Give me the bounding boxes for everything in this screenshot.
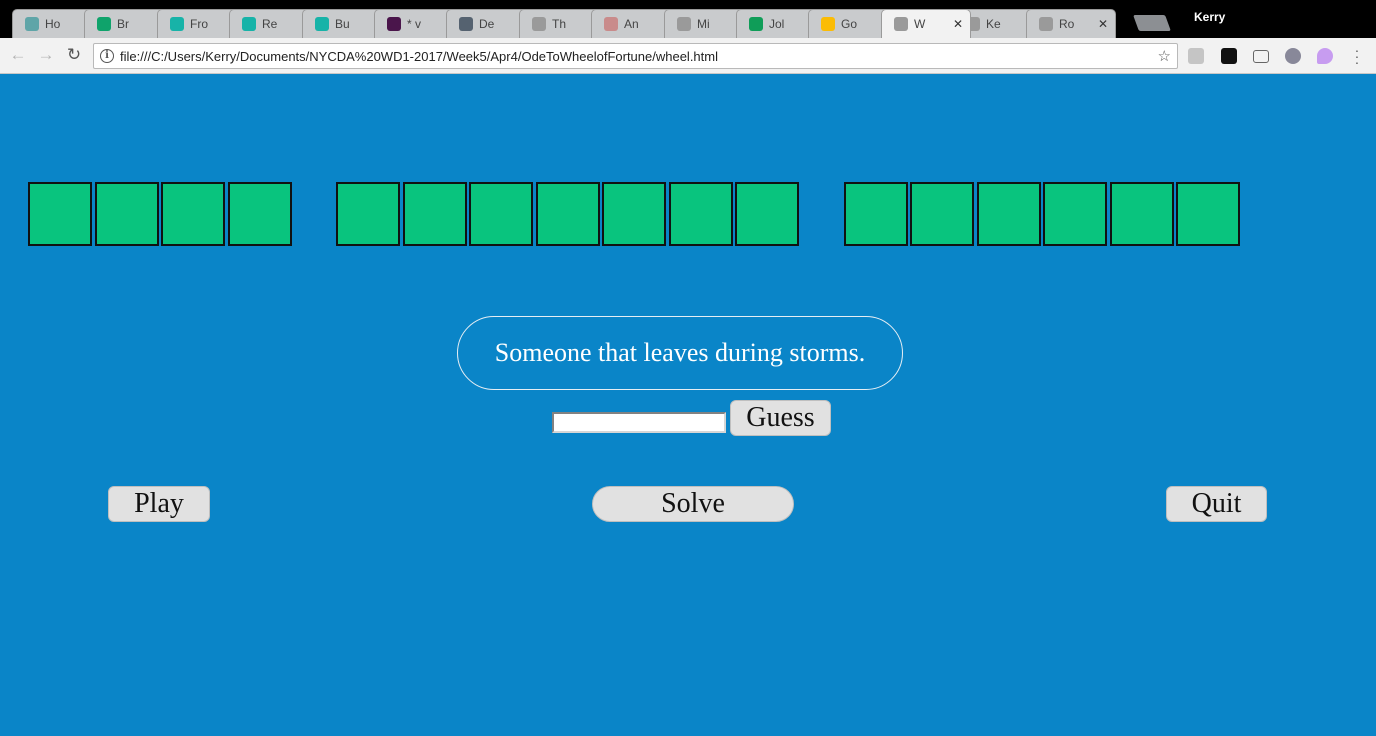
letter-tile xyxy=(1110,182,1174,246)
drive-icon xyxy=(821,17,835,31)
close-icon[interactable]: ✕ xyxy=(952,17,964,31)
guess-input[interactable] xyxy=(552,412,726,433)
tab-title: Bu xyxy=(335,17,350,31)
tab-title: Ho xyxy=(45,17,61,31)
slack-icon xyxy=(387,17,401,31)
extension-e-icon[interactable] xyxy=(1221,48,1237,64)
tab-title: Th xyxy=(552,17,567,31)
url-text: file:///C:/Users/Kerry/Documents/NYCDA%2… xyxy=(120,48,718,64)
letter-tile xyxy=(602,182,666,246)
c-icon xyxy=(170,17,184,31)
cast-icon[interactable] xyxy=(1253,50,1269,63)
letter-tile xyxy=(403,182,467,246)
browser-tab[interactable]: Ro ✕ xyxy=(1026,9,1116,38)
address-bar[interactable]: i file:///C:/Users/Kerry/Documents/NYCDA… xyxy=(93,43,1178,69)
o-icon xyxy=(459,17,473,31)
letter-tile xyxy=(336,182,400,246)
quit-button[interactable]: Quit xyxy=(1166,486,1267,522)
tab-title: Re xyxy=(262,17,278,31)
forward-icon[interactable]: → xyxy=(36,45,56,65)
letter-tile xyxy=(977,182,1041,246)
back-icon[interactable]: ← xyxy=(8,45,28,65)
browser-tab[interactable]: W ✕ xyxy=(881,9,971,38)
info-icon[interactable]: i xyxy=(100,49,114,63)
solve-button[interactable]: Solve xyxy=(592,486,794,522)
letter-tile xyxy=(536,182,600,246)
ladder-icon xyxy=(25,17,39,31)
browser-toolbar: ← → ↻ i file:///C:/Users/Kerry/Documents… xyxy=(0,38,1376,74)
profile-name[interactable]: Kerry xyxy=(1194,10,1225,24)
letter-tile xyxy=(1176,182,1240,246)
tab-title: De xyxy=(479,17,495,31)
letter-tile xyxy=(1043,182,1107,246)
page-icon xyxy=(532,17,546,31)
tab-title: Br xyxy=(117,17,129,31)
page-icon xyxy=(894,17,908,31)
tab-strip: Ho✕Br✕Fro✕Re✕Bu✕* v✕De✕Th✕An✕Mi✕Jol✕Go✕W… xyxy=(0,0,1376,38)
letter-tile xyxy=(161,182,225,246)
tab-title: Ke xyxy=(986,17,1001,31)
menu-icon[interactable]: · · · xyxy=(1353,43,1361,69)
letter-tile xyxy=(669,182,733,246)
guess-button[interactable]: Guess xyxy=(730,400,831,436)
page-icon xyxy=(677,17,691,31)
letter-tile xyxy=(910,182,974,246)
extension-eye-icon[interactable] xyxy=(1285,48,1301,64)
c-icon xyxy=(315,17,329,31)
letter-tile xyxy=(228,182,292,246)
page-icon xyxy=(1039,17,1053,31)
tab-title: Fro xyxy=(190,17,208,31)
letter-tile xyxy=(469,182,533,246)
reload-icon[interactable]: ↻ xyxy=(64,45,84,65)
c-icon xyxy=(242,17,256,31)
extension-purple-icon[interactable] xyxy=(1317,48,1333,64)
tab-title: Ro xyxy=(1059,17,1075,31)
letter-tile xyxy=(28,182,92,246)
tab-title: Jol xyxy=(769,17,785,31)
tab-title: Mi xyxy=(697,17,710,31)
extension-k-icon[interactable] xyxy=(1188,48,1204,64)
star-icon[interactable]: ☆ xyxy=(1158,47,1171,65)
letter-tile xyxy=(95,182,159,246)
letter-tile xyxy=(844,182,908,246)
letter-tile xyxy=(735,182,799,246)
clue-text: Someone that leaves during storms. xyxy=(457,316,903,390)
tab-title: W xyxy=(914,17,926,31)
tab-title: An xyxy=(624,17,639,31)
new-tab-button[interactable] xyxy=(1133,15,1171,31)
close-icon[interactable]: ✕ xyxy=(1097,17,1109,31)
tab-title: Go xyxy=(841,17,858,31)
sheets-icon xyxy=(749,17,763,31)
drop-icon xyxy=(97,17,111,31)
tab-title: * v xyxy=(407,17,422,31)
play-button[interactable]: Play xyxy=(108,486,210,522)
code-icon xyxy=(604,17,618,31)
